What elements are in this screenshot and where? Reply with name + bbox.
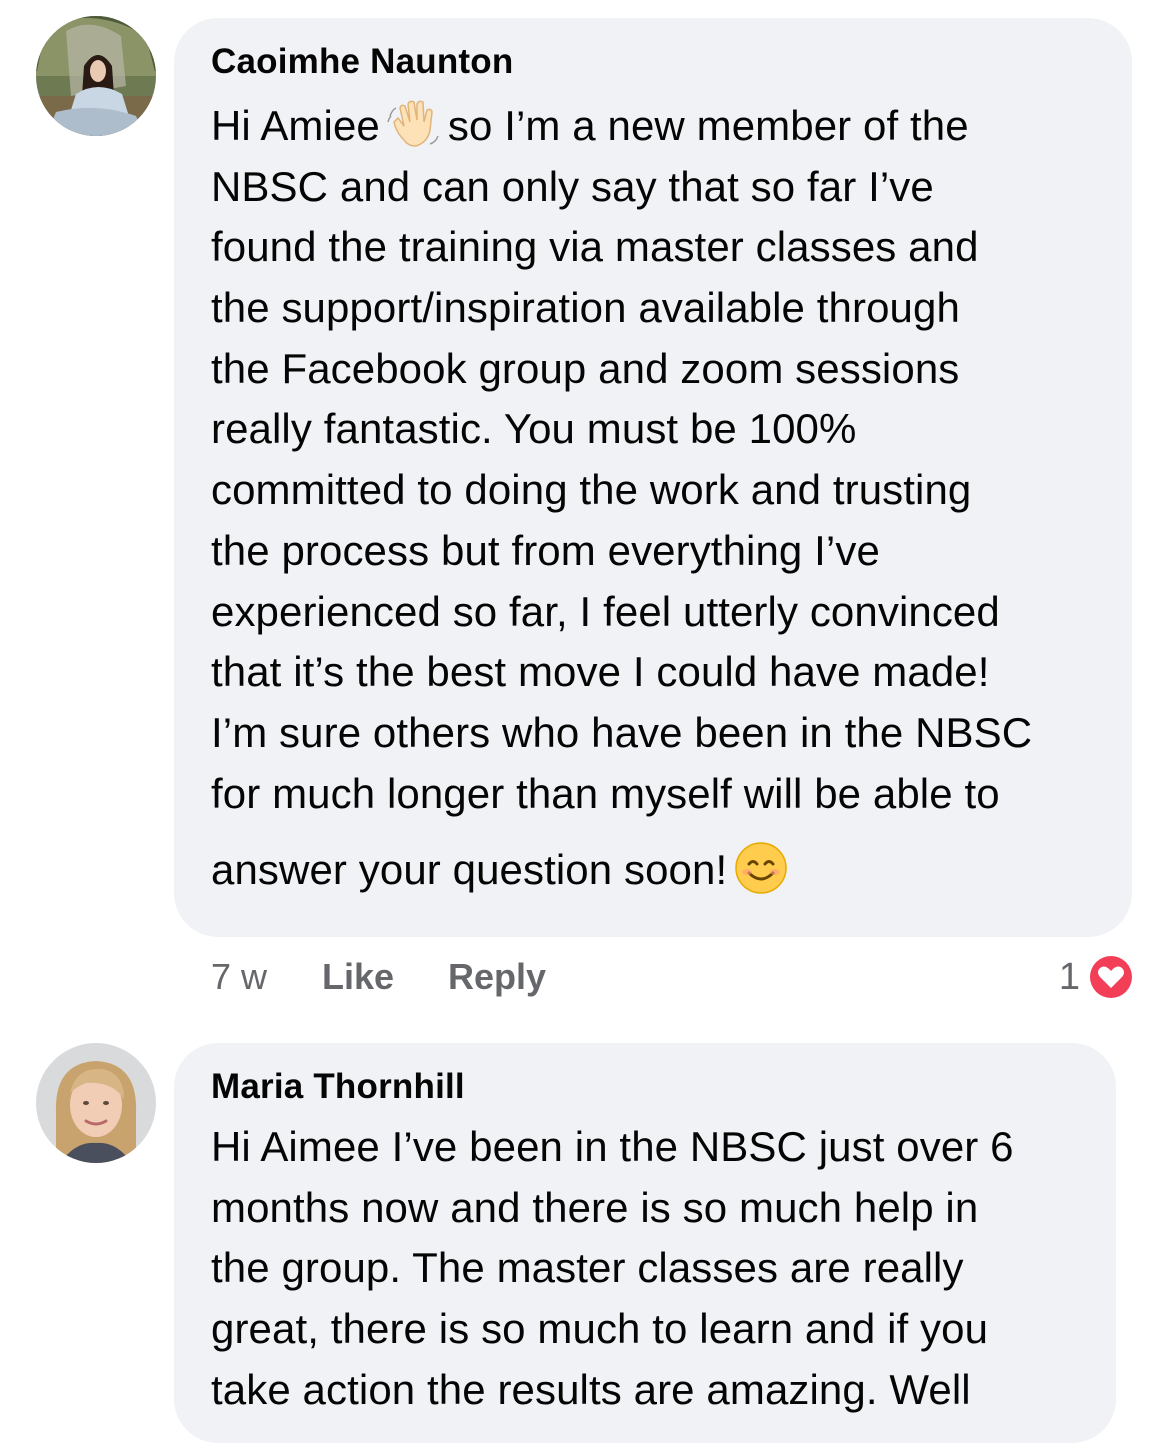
- avatar[interactable]: [36, 1043, 156, 1163]
- comment-line: for much longer than myself will be able…: [211, 769, 1000, 817]
- comment-line: found the training via master classes an…: [211, 223, 979, 271]
- comment-line: committed to doing the work and trusting: [211, 466, 972, 514]
- comment-actions: 7 w Like Reply 1: [211, 952, 1136, 1002]
- comment-line: experienced so far, I feel utterly convi…: [211, 587, 1000, 635]
- like-button[interactable]: Like: [322, 956, 394, 998]
- comment-line: the group. The master classes are really: [211, 1244, 964, 1292]
- comment-bubble: Caoimhe Naunton Hi Amiee so I’m a new mem…: [174, 18, 1132, 937]
- comment-author[interactable]: Maria Thornhill: [211, 1065, 1086, 1109]
- heart-icon[interactable]: [1086, 952, 1136, 1002]
- comment-line-text: so I’m a new member of the: [447, 102, 969, 149]
- comment-line: Hi Amiee so I’m a new member of the: [211, 96, 1102, 157]
- reply-button[interactable]: Reply: [448, 956, 546, 998]
- waving-hand-emoji: [386, 96, 442, 152]
- comment-text: Hi Amiee so I’m a new member of the NBSC …: [211, 96, 1102, 901]
- comment-line: the process but from everything I’ve: [211, 526, 880, 574]
- comment-line-text: Hi Amiee: [211, 102, 380, 149]
- comment-line: Hi Aimee I’ve been in the NBSC just over…: [211, 1123, 1014, 1170]
- smiling-face-emoji: [733, 840, 789, 896]
- comment-line-text: answer your question soon!: [211, 846, 728, 894]
- comment-line: great, there is so much to learn and if …: [211, 1305, 989, 1353]
- reaction-count[interactable]: 1: [1059, 956, 1080, 999]
- avatar[interactable]: [36, 16, 156, 136]
- comment-line: I’m sure others who have been in the NBS…: [211, 708, 1033, 756]
- comment-line: take action the results are amazing. Wel…: [211, 1365, 971, 1413]
- comment-line: months now and there is so much help in: [211, 1183, 979, 1231]
- comment-line: the Facebook group and zoom sessions: [211, 344, 960, 392]
- comment-line: NBSC and can only say that so far I’ve: [211, 162, 934, 210]
- comment-line: the support/inspiration available throug…: [211, 284, 960, 332]
- comment-timestamp[interactable]: 7 w: [211, 956, 267, 998]
- comment-author[interactable]: Caoimhe Naunton: [211, 40, 1102, 84]
- comment-line: really fantastic. You must be 100%: [211, 405, 857, 453]
- comment-line: answer your question soon!: [211, 840, 1102, 901]
- comment-bubble: Maria Thornhill Hi Aimee I’ve been in th…: [174, 1043, 1116, 1443]
- comment-text: Hi Aimee I’ve been in the NBSC just over…: [211, 1117, 1086, 1420]
- comment-line: that it’s the best move I could have mad…: [211, 648, 990, 696]
